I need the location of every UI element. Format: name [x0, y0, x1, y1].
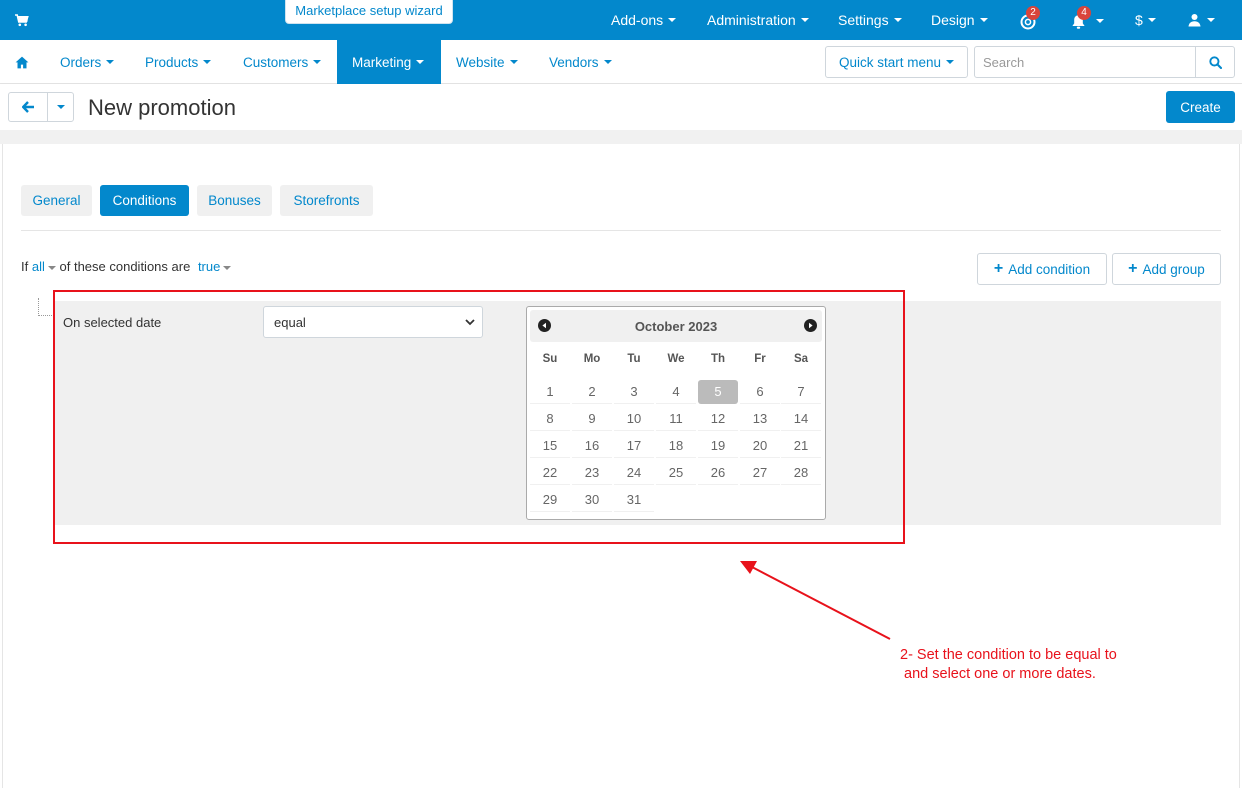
nav-vendors[interactable]: Vendors — [549, 40, 612, 84]
conditions-middle-label: of these conditions are — [59, 259, 191, 274]
nav-label: Marketing — [352, 54, 412, 70]
currency-menu[interactable]: $ — [1135, 0, 1156, 40]
help-button[interactable]: 2 — [1018, 6, 1042, 32]
tabs-divider — [21, 230, 1221, 231]
menu-label: Add-ons — [611, 12, 664, 28]
menu-label: Settings — [838, 12, 889, 28]
nav-website[interactable]: Website — [456, 40, 518, 84]
back-button[interactable] — [8, 92, 48, 122]
user-icon — [1188, 14, 1201, 27]
true-label: true — [197, 259, 221, 274]
caret-down-icon — [1096, 19, 1104, 23]
highlight-box — [53, 290, 905, 544]
all-label: all — [31, 259, 45, 274]
caret-down-icon — [1147, 18, 1156, 22]
tab-general[interactable]: General — [21, 185, 92, 216]
caret-down-icon — [47, 265, 56, 270]
menu-label: Administration — [707, 12, 796, 28]
menu-label: Design — [931, 12, 975, 28]
search-button[interactable] — [1195, 46, 1235, 78]
home-icon — [15, 56, 29, 68]
nav-label: Customers — [243, 54, 309, 70]
nav-customers[interactable]: Customers — [243, 40, 322, 84]
tab-bonuses[interactable]: Bonuses — [197, 185, 272, 216]
annotation-arrow — [740, 561, 891, 640]
menu-design[interactable]: Design — [931, 0, 988, 40]
add-condition-button[interactable]: + Add condition — [977, 253, 1107, 285]
tree-connector — [38, 315, 52, 316]
currency-label: $ — [1135, 12, 1143, 28]
caret-down-icon — [603, 60, 612, 64]
nav-label: Products — [145, 54, 199, 70]
menu-settings[interactable]: Settings — [838, 0, 902, 40]
add-group-button[interactable]: + Add group — [1112, 253, 1221, 285]
back-dropdown-button[interactable] — [47, 92, 74, 122]
caret-down-icon — [946, 60, 955, 64]
menu-add-ons[interactable]: Add-ons — [611, 0, 677, 40]
caret-down-icon — [416, 60, 425, 64]
search-input[interactable] — [974, 46, 1196, 78]
search-icon — [1208, 55, 1222, 69]
page-title: New promotion — [88, 95, 236, 120]
caret-down-icon — [800, 18, 809, 22]
tree-connector — [38, 298, 39, 316]
caret-down-icon — [893, 18, 902, 22]
add-condition-label: Add condition — [1008, 261, 1091, 277]
nav-products[interactable]: Products — [145, 40, 212, 84]
title-bar: New promotion Create — [0, 84, 1242, 130]
nav-label: Vendors — [549, 54, 599, 70]
arrow-left-icon — [21, 101, 34, 113]
notifications-badge: 4 — [1077, 6, 1091, 20]
caret-down-icon — [1207, 18, 1215, 22]
caret-down-icon — [668, 18, 677, 22]
caret-down-icon — [979, 18, 988, 22]
caret-down-icon — [106, 60, 115, 64]
user-menu[interactable] — [1188, 12, 1220, 30]
conditions-header: If all of these conditions are true — [21, 259, 232, 274]
nav-label: Orders — [60, 54, 102, 70]
home-button[interactable] — [15, 40, 31, 84]
annotation-line: and select one or more dates. — [900, 666, 1096, 682]
caret-down-icon — [56, 105, 65, 109]
if-label: If — [21, 259, 29, 274]
notifications-button[interactable]: 4 — [1070, 6, 1106, 32]
caret-down-icon — [223, 265, 232, 270]
annotation-text: 2- Set the condition to be equal to and … — [900, 646, 1117, 684]
all-dropdown[interactable]: all — [32, 259, 56, 274]
add-group-label: Add group — [1142, 261, 1205, 277]
annotation-line: 2- Set the condition to be equal to — [900, 647, 1117, 663]
nav-orders[interactable]: Orders — [60, 40, 115, 84]
cart-icon[interactable] — [14, 12, 30, 28]
plus-icon: + — [1128, 260, 1138, 277]
caret-down-icon — [313, 60, 322, 64]
create-button[interactable]: Create — [1166, 91, 1235, 123]
marketplace-setup-wizard-button[interactable]: Marketplace setup wizard — [285, 0, 453, 24]
menu-administration[interactable]: Administration — [707, 0, 809, 40]
tab-conditions[interactable]: Conditions — [100, 185, 189, 216]
nav-marketing[interactable]: Marketing — [337, 40, 441, 84]
true-dropdown[interactable]: true — [197, 259, 232, 274]
top-bar: Add-ons Administration Settings Design 2… — [0, 0, 1242, 40]
plus-icon: + — [993, 260, 1004, 277]
tab-storefronts[interactable]: Storefronts — [280, 185, 373, 216]
nav-label: Website — [456, 54, 505, 70]
help-badge: 2 — [1026, 6, 1040, 20]
caret-down-icon — [509, 60, 518, 64]
caret-down-icon — [203, 60, 212, 64]
quick-start-label: Quick start menu — [838, 54, 942, 70]
quick-start-menu-button[interactable]: Quick start menu — [825, 46, 968, 78]
page-gap — [0, 130, 1242, 144]
